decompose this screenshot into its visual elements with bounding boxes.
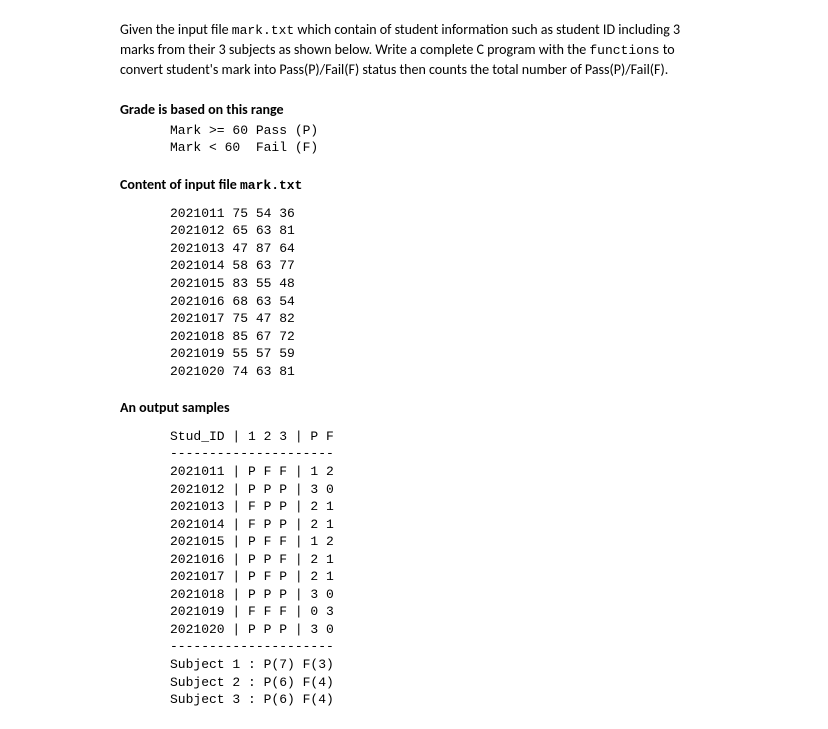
input-heading-prefix: Content of input file xyxy=(120,176,240,193)
filename-mark: mark.txt xyxy=(232,23,294,38)
keyword-functions: functions xyxy=(589,43,659,58)
input-heading: Content of input file mark.txt xyxy=(120,175,708,195)
grade-heading: Grade is based on this range xyxy=(120,100,708,120)
output-heading: An output samples xyxy=(120,398,708,418)
intro-text: Given the input file mark.txt which cont… xyxy=(120,20,708,80)
grade-rules: Mark >= 60 Pass (P) Mark < 60 Fail (F) xyxy=(170,122,708,157)
input-content: 2021011 75 54 36 2021012 65 63 81 202101… xyxy=(170,205,708,380)
intro-paragraph: Given the input file mark.txt which cont… xyxy=(120,20,708,80)
input-heading-filename: mark.txt xyxy=(240,178,302,193)
output-content: Stud_ID | 1 2 3 | P F ------------------… xyxy=(170,428,708,709)
